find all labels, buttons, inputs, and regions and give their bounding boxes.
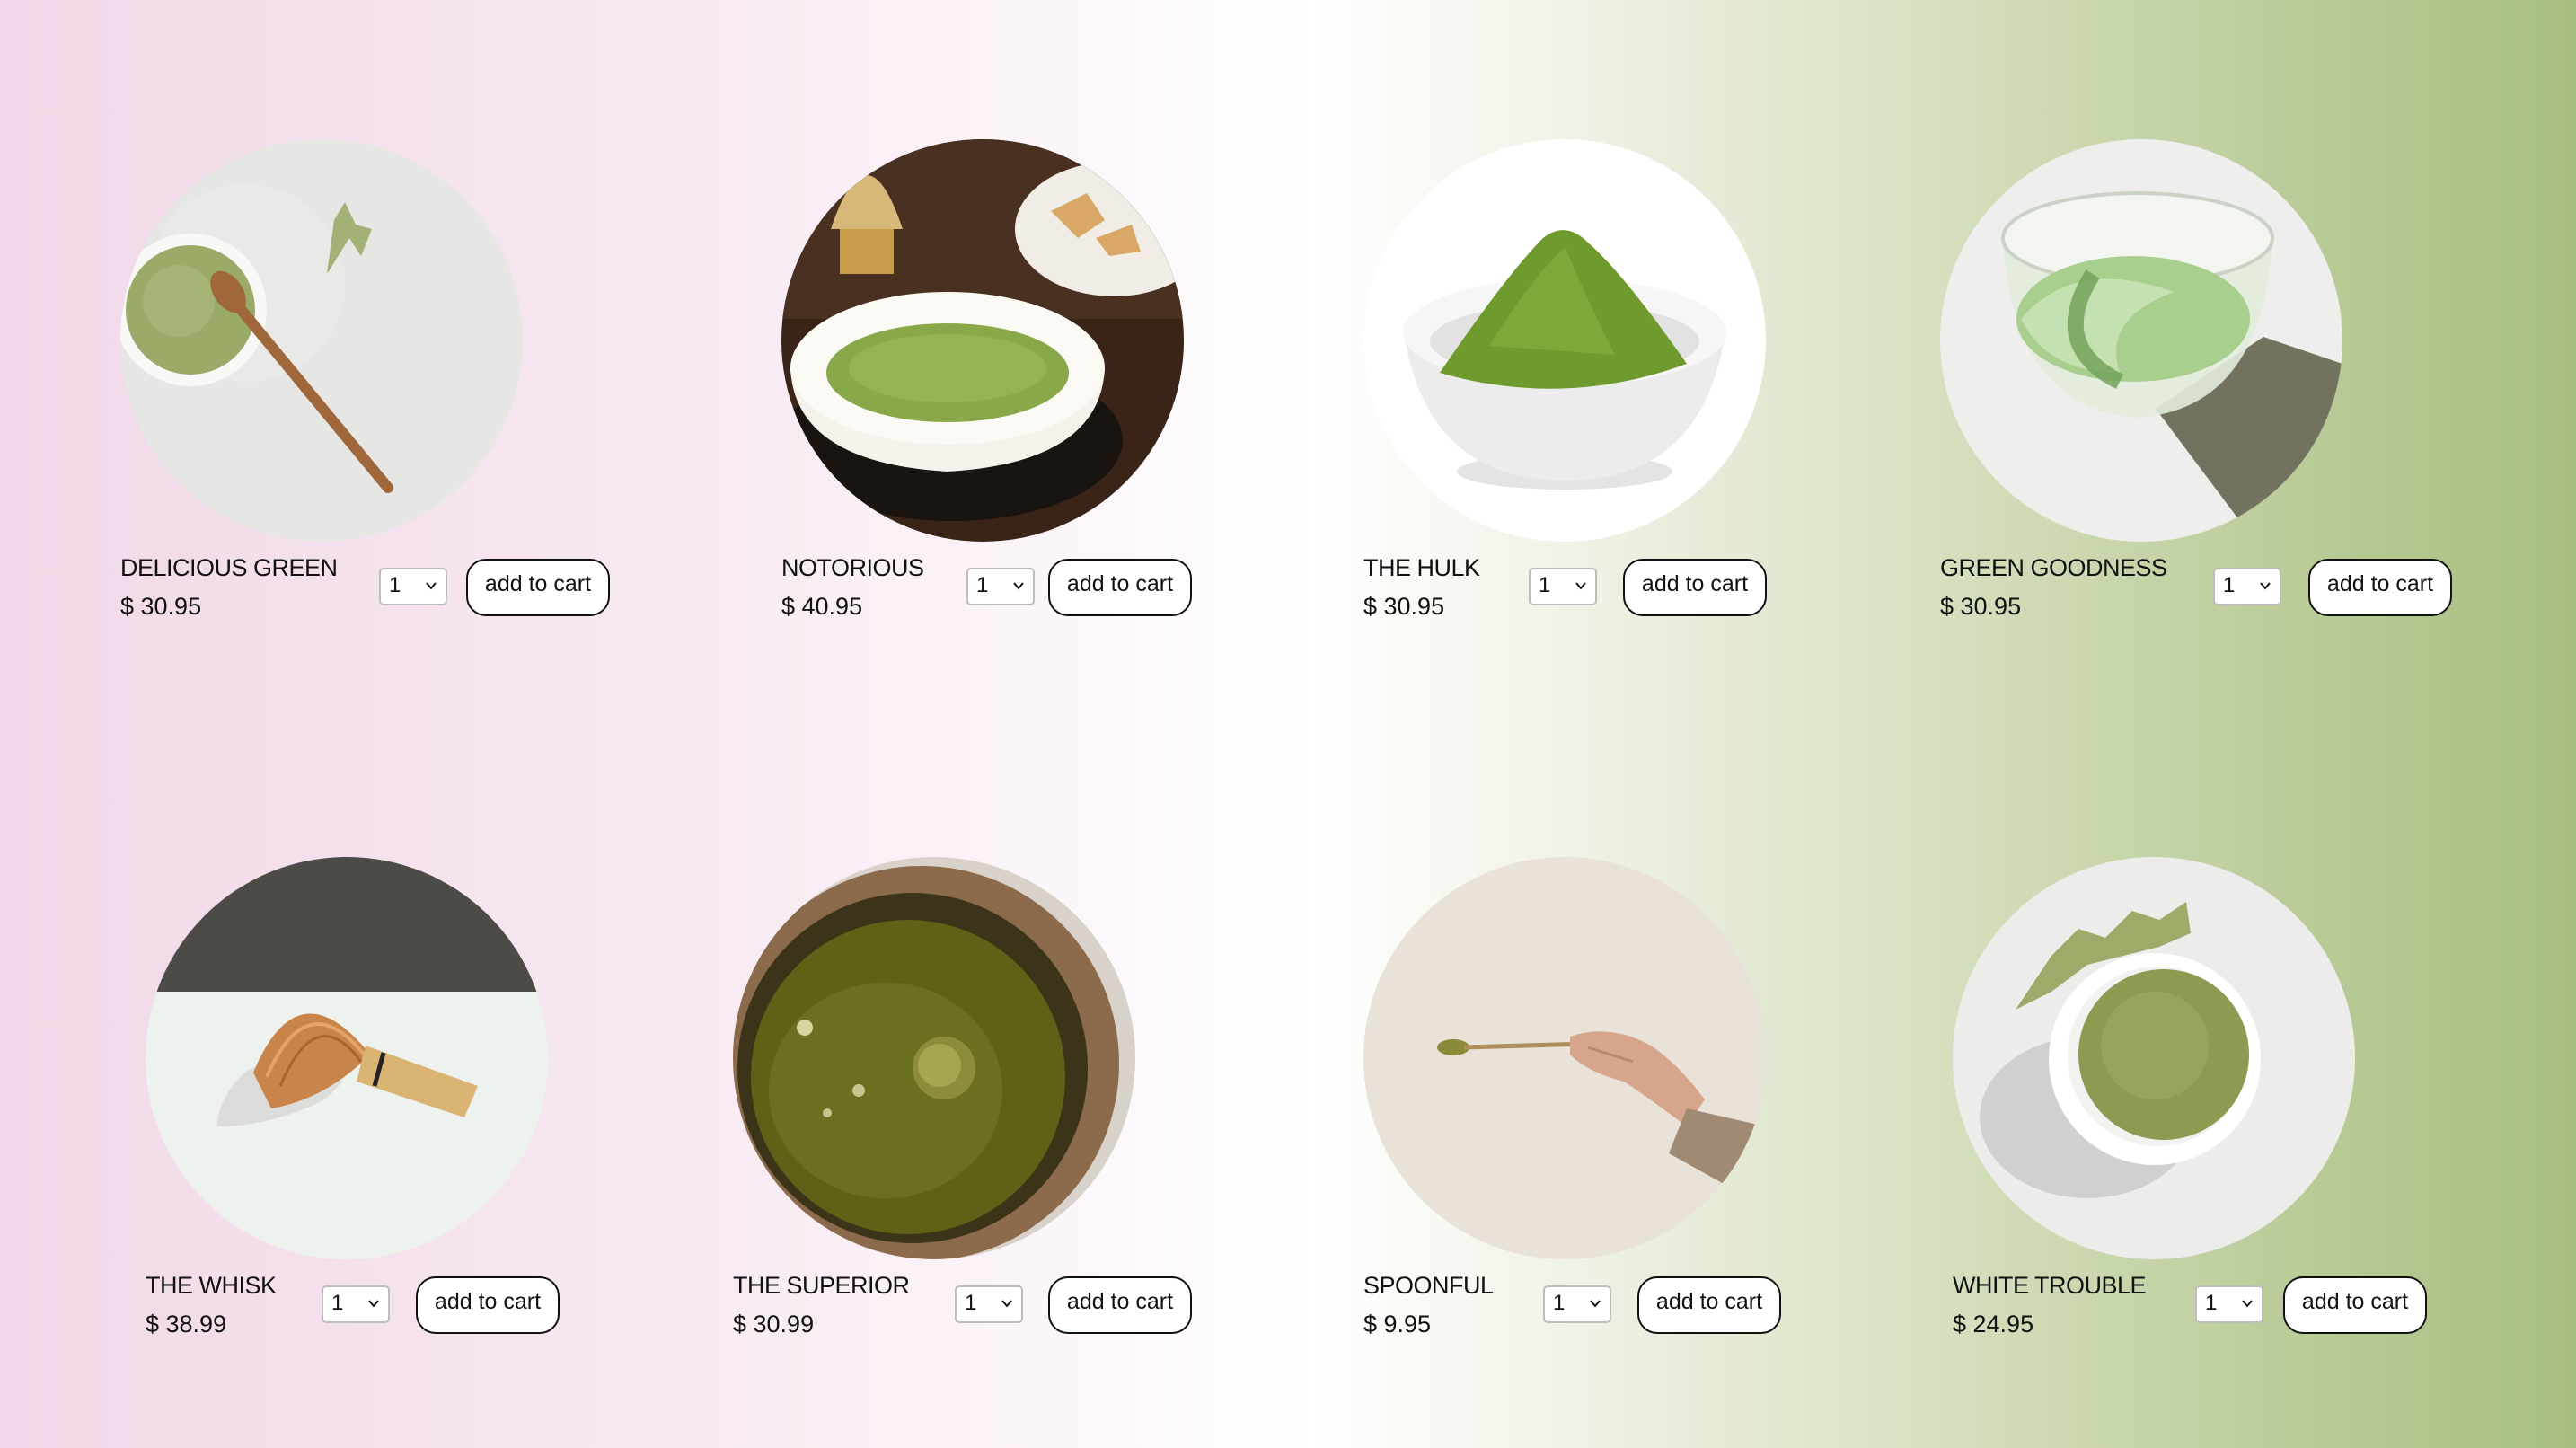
product-image-matcha-tea-bowl[interactable] [781, 139, 1184, 542]
quantity-value: 1 [331, 1291, 344, 1315]
product-image-matcha-powder-heap[interactable] [1363, 139, 1766, 542]
product-price: $ 30.95 [1363, 593, 1445, 620]
quantity-select[interactable]: 1 [955, 1285, 1023, 1323]
quantity-value: 1 [2205, 1291, 2218, 1315]
quantity-select[interactable]: 1 [2213, 568, 2281, 605]
chevron-down-icon [1590, 1300, 1601, 1308]
add-to-cart-button[interactable]: add to cart [466, 559, 610, 616]
add-to-cart-button[interactable]: add to cart [2308, 559, 2452, 616]
chevron-down-icon [1013, 582, 1024, 590]
product-card-spoonful: SPOONFUL $ 9.95 1 add to cart [1363, 857, 1866, 1342]
product-price: $ 9.95 [1363, 1311, 1432, 1338]
product-image-matcha-cup-closeup[interactable] [733, 857, 1135, 1259]
product-name: SPOONFUL [1363, 1272, 1494, 1299]
product-card-green-goodness: GREEN GOODNESS $ 30.95 1 add to cart [1940, 139, 2452, 624]
product-image-matcha-white-bowl[interactable] [1953, 857, 2355, 1259]
quantity-value: 1 [2223, 573, 2236, 597]
product-card-white-trouble: WHITE TROUBLE $ 24.95 1 add to cart [1953, 857, 2456, 1342]
product-name: DELICIOUS GREEN [120, 554, 338, 581]
quantity-value: 1 [1539, 573, 1551, 597]
product-name: THE SUPERIOR [733, 1272, 910, 1299]
add-to-cart-button[interactable]: add to cart [2283, 1276, 2427, 1334]
add-to-cart-button[interactable]: add to cart [1048, 559, 1192, 616]
product-price: $ 24.95 [1953, 1311, 2034, 1338]
product-name: THE WHISK [146, 1272, 277, 1299]
product-name: GREEN GOODNESS [1940, 554, 2167, 581]
product-price: $ 30.95 [1940, 593, 2022, 620]
product-price: $ 40.95 [781, 593, 863, 620]
product-price: $ 30.95 [120, 593, 202, 620]
product-card-the-hulk: THE HULK $ 30.95 1 add to cart [1363, 139, 1866, 624]
quantity-value: 1 [965, 1291, 977, 1315]
product-image-matcha-powder-bowl[interactable] [120, 139, 523, 542]
product-name: NOTORIOUS [781, 554, 924, 581]
quantity-select[interactable]: 1 [1543, 1285, 1611, 1323]
quantity-select[interactable]: 1 [2195, 1285, 2263, 1323]
product-price: $ 38.99 [146, 1311, 227, 1338]
add-to-cart-button[interactable]: add to cart [1637, 1276, 1781, 1334]
add-to-cart-button[interactable]: add to cart [1048, 1276, 1192, 1334]
product-card-the-whisk: THE WHISK $ 38.99 1 add to cart [146, 857, 648, 1342]
chevron-down-icon [2242, 1300, 2253, 1308]
quantity-value: 1 [389, 573, 401, 597]
product-image-bamboo-whisk[interactable] [146, 857, 548, 1259]
quantity-value: 1 [976, 573, 989, 597]
product-name: WHITE TROUBLE [1953, 1272, 2147, 1299]
product-price: $ 30.99 [733, 1311, 815, 1338]
chevron-down-icon [1575, 582, 1586, 590]
add-to-cart-button[interactable]: add to cart [416, 1276, 560, 1334]
add-to-cart-button[interactable]: add to cart [1623, 559, 1767, 616]
product-card-the-superior: THE SUPERIOR $ 30.99 1 add to cart [733, 857, 1236, 1342]
quantity-select[interactable]: 1 [322, 1285, 390, 1323]
quantity-value: 1 [1553, 1291, 1566, 1315]
quantity-select[interactable]: 1 [1529, 568, 1597, 605]
chevron-down-icon [368, 1300, 379, 1308]
chevron-down-icon [1001, 1300, 1012, 1308]
product-card-notorious: NOTORIOUS $ 40.95 1 add to cart [781, 139, 1284, 624]
product-card-delicious-green: DELICIOUS GREEN $ 30.95 1 add to cart [120, 139, 623, 624]
product-image-hand-with-spoon[interactable] [1363, 857, 1766, 1259]
chevron-down-icon [426, 582, 437, 590]
product-name: THE HULK [1363, 554, 1480, 581]
quantity-select[interactable]: 1 [966, 568, 1035, 605]
product-image-glass-bowl-latte[interactable] [1940, 139, 2342, 542]
chevron-down-icon [2260, 582, 2271, 590]
quantity-select[interactable]: 1 [379, 568, 447, 605]
